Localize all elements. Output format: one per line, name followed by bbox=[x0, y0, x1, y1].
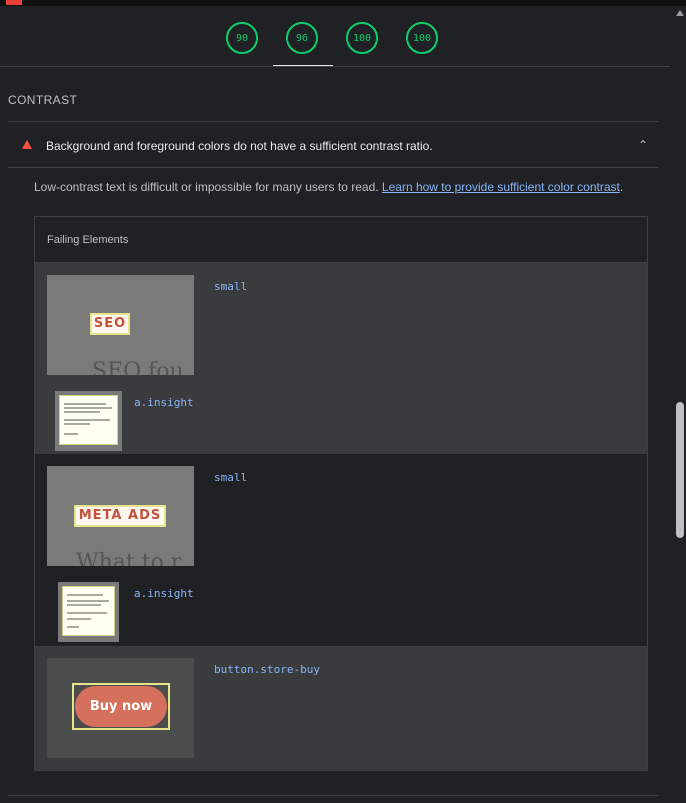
divider bbox=[8, 167, 658, 168]
divider bbox=[8, 795, 658, 796]
ghost-text: SEO fou bbox=[92, 359, 184, 375]
node-selector[interactable]: button.store-buy bbox=[214, 663, 320, 676]
section-title: CONTRAST bbox=[8, 93, 78, 107]
window-top-strip bbox=[0, 0, 686, 6]
sub-element-screenshot bbox=[55, 391, 122, 451]
score-gauges: 90 96 100 100 bbox=[0, 18, 670, 67]
failing-elements-table: Failing Elements SEO SEO fou small a.ins… bbox=[34, 216, 648, 771]
highlighted-node: META ADS bbox=[74, 505, 166, 527]
sub-element-screenshot bbox=[58, 582, 119, 642]
table-header: Failing Elements bbox=[35, 217, 647, 263]
score-value: 90 bbox=[235, 32, 249, 44]
element-screenshot: Buy now bbox=[47, 658, 194, 758]
scrollbar-thumb[interactable] bbox=[676, 402, 684, 538]
paper-preview bbox=[59, 395, 118, 445]
ghost-text: What to r bbox=[76, 550, 182, 566]
score-value: 100 bbox=[352, 32, 372, 44]
app-icon bbox=[6, 0, 22, 5]
paper-lines bbox=[67, 594, 109, 628]
chevron-up-icon[interactable]: ⌃ bbox=[638, 138, 648, 152]
score-gauge-performance[interactable]: 90 bbox=[226, 22, 258, 54]
paper-preview bbox=[62, 586, 115, 636]
description-text: Low-contrast text is difficult or imposs… bbox=[34, 180, 382, 194]
score-value: 100 bbox=[412, 32, 432, 44]
buy-now-button: Buy now bbox=[75, 686, 167, 727]
divider bbox=[0, 66, 670, 67]
highlighted-node: SEO bbox=[90, 313, 130, 335]
table-row[interactable]: SEO SEO fou small a.insight bbox=[35, 263, 647, 454]
scroll-up-arrow-icon[interactable] bbox=[676, 10, 684, 16]
score-gauge-seo[interactable]: 100 bbox=[406, 22, 438, 54]
learn-more-link[interactable]: Learn how to provide sufficient color co… bbox=[382, 180, 620, 194]
table-row[interactable]: META ADS What to r small a.insight bbox=[35, 454, 647, 646]
node-selector[interactable]: small bbox=[214, 471, 247, 484]
node-selector[interactable]: small bbox=[214, 280, 247, 293]
element-screenshot: META ADS What to r bbox=[47, 466, 194, 566]
element-screenshot: SEO SEO fou bbox=[47, 275, 194, 375]
table-header-label: Failing Elements bbox=[47, 234, 129, 246]
description-period: . bbox=[619, 180, 624, 194]
node-selector[interactable]: a.insight bbox=[134, 587, 194, 600]
audit-title: Background and foreground colors do not … bbox=[46, 139, 433, 153]
table-row[interactable]: Buy now button.store-buy bbox=[35, 646, 647, 770]
fail-triangle-icon bbox=[22, 140, 32, 149]
score-value: 96 bbox=[295, 32, 309, 44]
score-gauge-accessibility[interactable]: 96 bbox=[286, 22, 318, 54]
highlight-box: Buy now bbox=[72, 683, 170, 730]
node-selector[interactable]: a.insight bbox=[134, 396, 194, 409]
score-gauge-best-practices[interactable]: 100 bbox=[346, 22, 378, 54]
audit-description: Low-contrast text is difficult or imposs… bbox=[34, 180, 623, 194]
audit-header[interactable]: Background and foreground colors do not … bbox=[8, 122, 658, 168]
paper-lines bbox=[64, 403, 112, 435]
